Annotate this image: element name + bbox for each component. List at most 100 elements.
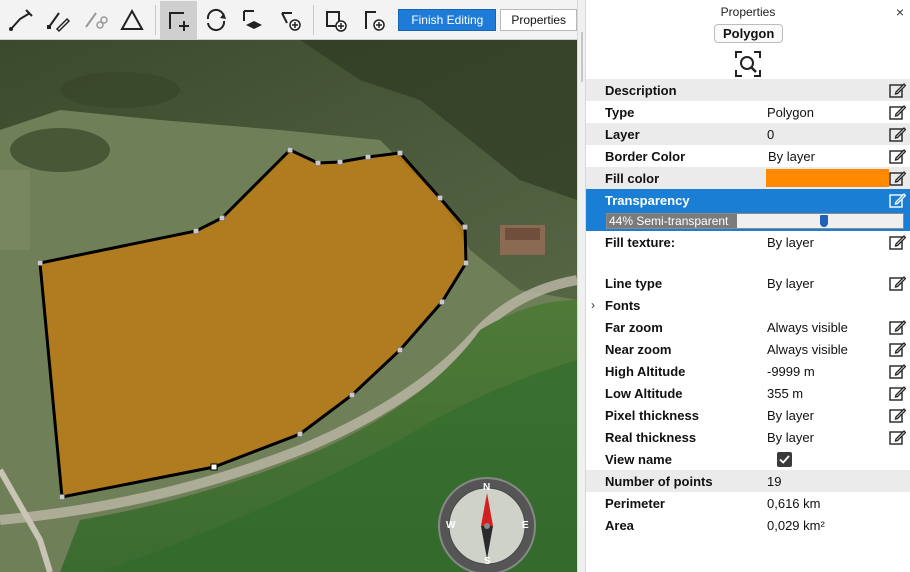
object-type-badge: Polygon [714,24,784,43]
label-transparency: Transparency [605,192,690,208]
row-real-thickness[interactable]: Real thickness By layer [586,426,910,448]
label-border-color: Border Color [605,148,686,164]
add-shape-button[interactable] [318,1,355,39]
edit-icon[interactable] [889,407,907,424]
row-fill-texture[interactable]: Fill texture: By layer [586,231,910,253]
properties-button[interactable]: Properties [500,8,577,31]
map-view[interactable]: N E S W Finish Editing Properties [0,0,577,572]
label-line-type: Line type [605,275,663,291]
value-number-of-points: 19 [767,473,782,489]
add-vertex-button[interactable] [272,1,309,39]
value-pixel-thickness: By layer [767,407,814,423]
edit-points-button[interactable] [114,1,151,39]
label-fill-texture: Fill texture: [605,234,676,250]
edit-icon[interactable] [889,385,907,402]
compass-west: W [446,520,456,531]
compass[interactable]: N E S W [437,476,538,572]
label-area: Area [605,517,634,533]
row-low-altitude[interactable]: Low Altitude 355 m [586,382,910,404]
cut-line-button[interactable] [76,1,113,39]
row-line-type[interactable]: Line type By layer [586,272,910,294]
toolbar-separator [312,4,314,35]
finish-editing-button[interactable]: Finish Editing [398,8,497,31]
row-fonts[interactable]: › Fonts [586,294,910,316]
value-real-thickness: By layer [767,429,814,445]
property-list: Description Type Polygon Layer 0 Border … [586,79,910,536]
zoom-to-object-icon[interactable] [734,50,762,78]
row-area: Area 0,029 km² [586,514,910,536]
row-fill-color[interactable]: Fill color [586,167,910,189]
layer-button[interactable] [234,1,271,39]
value-border-color: By layer [768,148,815,164]
value-area: 0,029 km² [767,517,825,533]
edit-line-tool-icon [46,11,70,32]
row-high-altitude[interactable]: High Altitude -9999 m [586,360,910,382]
close-icon[interactable]: × [896,4,904,20]
rotate-tool-icon [206,8,226,31]
add-point-button[interactable] [355,1,392,39]
value-fill-texture: By layer [767,234,814,250]
fill-color-swatch[interactable] [766,169,889,187]
edit-icon[interactable] [889,82,907,99]
edit-icon[interactable] [889,275,907,292]
rotate-button[interactable] [197,1,234,39]
edit-toolbar: Finish Editing Properties [0,0,577,40]
row-pixel-thickness[interactable]: Pixel thickness By layer [586,404,910,426]
add-point-tool-icon [364,10,385,31]
row-spacer [586,253,910,272]
label-fill-color: Fill color [605,170,660,186]
edit-icon[interactable] [889,126,907,143]
edit-icon[interactable] [889,234,907,251]
value-far-zoom: Always visible [767,319,848,335]
row-layer[interactable]: Layer 0 [586,123,910,145]
layer-tool-icon [243,9,262,29]
toolbar-separator [154,4,156,35]
row-border-color[interactable]: Border Color By layer [586,145,910,167]
value-low-altitude: 355 m [767,385,804,401]
value-line-type: By layer [767,275,814,291]
edit-icon[interactable] [889,429,907,446]
row-near-zoom[interactable]: Near zoom Always visible [586,338,910,360]
label-fonts: Fonts [605,297,641,313]
label-layer: Layer [605,126,640,142]
row-view-name[interactable]: View name [586,448,910,470]
add-vertex-tool-icon [281,11,301,31]
view-name-checkbox[interactable] [777,452,792,467]
compass-north: N [483,482,491,493]
row-type[interactable]: Type Polygon [586,101,910,123]
label-far-zoom: Far zoom [605,319,663,335]
row-description[interactable]: Description [586,79,910,101]
selected-vertex [210,463,218,471]
row-perimeter: Perimeter 0,616 km [586,492,910,514]
draw-polyline-button[interactable] [2,1,39,39]
edit-icon[interactable] [889,319,907,336]
panel-splitter[interactable] [577,0,586,572]
value-perimeter: 0,616 km [767,495,821,511]
label-low-altitude: Low Altitude [605,385,683,401]
value-type: Polygon [767,104,814,120]
checkmark-icon [779,455,790,464]
label-number-of-points: Number of points [605,473,713,489]
edit-line-button[interactable] [39,1,76,39]
edit-icon[interactable] [889,170,907,187]
move-vertices-tool-icon [168,11,189,31]
label-pixel-thickness: Pixel thickness [605,407,699,423]
transparency-slider-thumb[interactable] [820,215,828,227]
value-near-zoom: Always visible [767,341,848,357]
compass-east: E [522,520,529,531]
label-description: Description [605,82,677,98]
edit-icon[interactable] [889,341,907,358]
edit-icon[interactable] [889,192,907,209]
transparency-slider[interactable]: 44% Semi-transparent [606,213,904,229]
row-number-of-points: Number of points 19 [586,470,910,492]
row-far-zoom[interactable]: Far zoom Always visible [586,316,910,338]
transparency-value: 44% Semi-transparent [609,214,729,228]
splitter-grip[interactable] [581,32,583,82]
properties-panel: Properties × Polygon Description Type Po… [586,0,910,572]
move-vertices-button[interactable] [159,0,198,39]
chevron-right-icon[interactable]: › [591,298,595,312]
row-transparency[interactable]: Transparency [586,189,910,211]
edit-icon[interactable] [889,148,907,165]
edit-icon[interactable] [889,363,907,380]
edit-icon[interactable] [889,104,907,121]
